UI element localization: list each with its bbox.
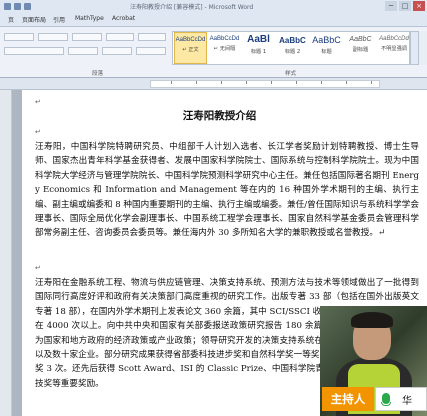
window-title: 汪寿阳教授介绍 [兼容模式] - Microsoft Word (130, 4, 254, 11)
paragraph-mark: ↵ (35, 98, 41, 106)
ruler-tick (171, 81, 172, 84)
align-buttons[interactable] (4, 47, 64, 55)
maximize-button[interactable]: □ (399, 1, 411, 11)
style-name: ↵ 正文 (182, 47, 199, 53)
style-sample: AaBbC (312, 35, 341, 45)
paragraph-mark: ↵ (35, 128, 41, 136)
document-title: 汪寿阳教授介绍 (182, 110, 257, 122)
quick-styles-gallery: AaBbCcDd ↵ 正文 AaBbCcDd ↵ 无间隔 AaBl 标题 1 A… (172, 31, 410, 65)
change-styles-button[interactable] (419, 31, 427, 65)
style-sample: AaBbCcDd (175, 37, 206, 43)
host-label: 主持人 (322, 387, 374, 411)
sort-button[interactable] (138, 33, 166, 41)
style-sample: AaBl (247, 34, 270, 45)
bullets-button[interactable] (4, 33, 34, 41)
style-sample: AaBbC (349, 36, 372, 43)
ruler-track (150, 80, 380, 88)
style-name: 标题 (321, 49, 332, 55)
style-name: 副标题 (352, 47, 369, 53)
style-name: 标题 1 (250, 49, 267, 55)
vertical-ruler (0, 90, 12, 416)
style-title[interactable]: AaBbC 标题 (310, 32, 343, 64)
person-hair (351, 312, 393, 328)
indent-buttons[interactable] (106, 33, 134, 41)
multilevel-list-button[interactable] (72, 33, 102, 41)
paragraph-mark: ↵ (35, 264, 41, 272)
tab-references[interactable]: 引用 (53, 15, 65, 24)
ruler-tick (296, 81, 297, 84)
tab-home-partial[interactable]: 页 (8, 15, 14, 24)
minimize-button[interactable]: ─ (385, 1, 397, 11)
style-name: ↵ 无间隔 (213, 46, 236, 52)
ruler-tick (371, 81, 372, 84)
group-label-paragraph: 段落 (92, 71, 104, 77)
save-icon[interactable] (4, 3, 11, 10)
ruler-tick (221, 81, 222, 84)
style-name: 不明显强调 (381, 46, 407, 52)
window-controls: ─ □ × (385, 1, 425, 11)
line-spacing-button[interactable] (68, 47, 98, 55)
ribbon-tabs: 页 页面布局 引用 MathType Acrobat (0, 13, 427, 26)
numbering-button[interactable] (38, 33, 68, 41)
tab-page-layout[interactable]: 页面布局 (22, 15, 46, 24)
ruler-tick (271, 81, 272, 84)
ruler-tick (196, 81, 197, 84)
redo-icon[interactable] (24, 3, 31, 10)
style-heading-1[interactable]: AaBl 标题 1 (242, 32, 275, 64)
style-sample: AaBbCcDd (209, 36, 240, 42)
ribbon: 段落 AaBbCcDd ↵ 正文 AaBbCcDd ↵ 无间隔 AaBl 标题 … (0, 26, 427, 78)
style-sample: AaBbC (279, 36, 306, 45)
style-sample: AaBbCcDd (379, 36, 409, 42)
style-subtitle[interactable]: AaBbC 副标题 (344, 32, 377, 64)
style-name: 标题 2 (284, 49, 301, 55)
borders-button[interactable] (136, 47, 166, 55)
undo-icon[interactable] (14, 3, 21, 10)
shading-button[interactable] (102, 47, 132, 55)
horizontal-ruler[interactable] (0, 78, 427, 90)
tab-acrobat[interactable]: Acrobat (112, 15, 135, 22)
style-heading-2[interactable]: AaBbC 标题 2 (276, 32, 309, 64)
style-subtle-emphasis[interactable]: AaBbCcDd 不明显强调 (378, 32, 410, 64)
styles-scroll-arrows[interactable] (410, 31, 419, 65)
microphone-base-icon (381, 402, 391, 406)
speaker-tag: 华 (375, 387, 427, 411)
title-bar: 汪寿阳教授介绍 [兼容模式] - Microsoft Word ─ □ × (0, 0, 427, 13)
document-paragraph-1: 汪寿阳，中国科学院特聘研究员、中组部千人计划入选者、长江学者奖励计划特聘教授、博… (35, 142, 419, 239)
close-button[interactable]: × (413, 1, 425, 11)
style-normal[interactable]: AaBbCcDd ↵ 正文 (174, 32, 207, 64)
ruler-tick (321, 81, 322, 84)
group-label-styles: 样式 (285, 71, 297, 77)
tab-mathtype[interactable]: MathType (75, 15, 104, 22)
ruler-tick (246, 81, 247, 84)
ruler-tick (346, 81, 347, 84)
speaker-name: 华 (402, 396, 412, 407)
quick-access-toolbar (4, 3, 31, 10)
style-no-spacing[interactable]: AaBbCcDd ↵ 无间隔 (208, 32, 241, 64)
